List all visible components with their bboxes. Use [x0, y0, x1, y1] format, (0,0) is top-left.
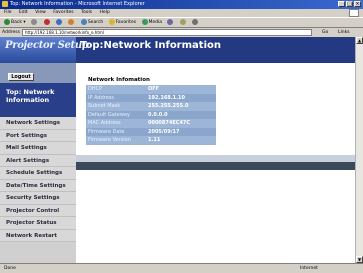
sidebar-nav-list: Network Settings Port Settings Mail Sett… [0, 117, 76, 242]
links-button[interactable]: Links [338, 28, 350, 37]
sidebar: Logout Top: Network Information Network … [0, 63, 76, 263]
menu-favorites[interactable]: Favorites [53, 10, 73, 15]
mail-icon [179, 18, 186, 25]
print-button[interactable] [192, 18, 199, 28]
info-value: OFF [146, 85, 216, 94]
table-row: DHCP OFF [86, 85, 216, 94]
media-icon [141, 18, 148, 25]
stop-button[interactable] [43, 18, 51, 28]
menu-view[interactable]: View [35, 10, 46, 15]
home-icon [68, 18, 75, 25]
sidebar-item-projector-control[interactable]: Projector Control [0, 204, 76, 217]
sidebar-item-security-settings[interactable]: Security Settings [0, 192, 76, 205]
address-input[interactable]: http://192.168.1.10/networkinfo_e.html [22, 29, 312, 36]
status-bar: Done Internet [0, 263, 363, 273]
table-row: Firmware Date 2005/09/17 [86, 127, 216, 136]
mail-button[interactable] [179, 18, 187, 28]
info-key: Subnet Mask [86, 102, 146, 111]
maximize-button[interactable]: □ [346, 1, 353, 7]
divider-light [76, 155, 355, 162]
scroll-down-arrow-icon[interactable]: ▼ [356, 256, 363, 263]
sidebar-item-projector-status[interactable]: Projector Status [0, 217, 76, 230]
refresh-icon [55, 18, 62, 25]
logout-button[interactable]: Logout [8, 73, 34, 81]
section-title: Network Infomation [88, 77, 150, 83]
menu-file[interactable]: File [4, 10, 12, 15]
sidebar-item-port-settings[interactable]: Port Settings [0, 129, 76, 142]
ie-icon [2, 1, 8, 7]
sidebar-item-mail-settings[interactable]: Mail Settings [0, 142, 76, 155]
minimize-button[interactable]: _ [338, 1, 345, 7]
info-key: DHCP [86, 85, 146, 94]
search-icon [80, 18, 87, 25]
menu-help[interactable]: Help [100, 10, 110, 15]
windows-logo-icon [349, 9, 359, 17]
info-key: IP Address [86, 93, 146, 102]
go-button[interactable]: Go [322, 28, 328, 37]
favorites-button[interactable]: Favorites [108, 18, 136, 28]
back-button[interactable]: Back ▾ [4, 18, 26, 28]
forward-arrow-icon [31, 18, 38, 25]
info-value: 2005/09/17 [146, 127, 216, 136]
divider-dark [76, 162, 355, 170]
main-panel: Network Infomation DHCP OFF IP Address 192… [76, 63, 355, 263]
media-button[interactable]: Media [141, 18, 162, 28]
info-value: 0.0.0.0 [146, 110, 216, 119]
sidebar-item-date-time-settings[interactable]: Date/Time Settings [0, 179, 76, 192]
info-key: Default Gateway [86, 110, 146, 119]
printer-icon [192, 18, 199, 25]
zone-text: Internet [300, 266, 318, 271]
back-arrow-icon [4, 18, 10, 25]
address-label: Address [2, 30, 20, 35]
menu-tools[interactable]: Tools [81, 10, 92, 15]
info-value: 192.168.1.10 [146, 93, 216, 102]
menu-edit[interactable]: Edit [19, 10, 28, 15]
logout-area: Logout [0, 63, 76, 83]
info-key: Firmware Version [86, 136, 146, 145]
sidebar-item-schedule-settings[interactable]: Schedule Settings [0, 167, 76, 180]
history-icon [167, 18, 174, 25]
window-title: Top: Network Information - Microsoft Int… [10, 1, 145, 7]
browser-window: Top: Network Information - Microsoft Int… [0, 0, 363, 273]
toolbar: Back ▾ Search Favorites Media [0, 17, 363, 28]
sidebar-item-network-information[interactable]: Top: Network Information [0, 83, 76, 117]
table-row: Firmware Version 1.11 [86, 136, 216, 145]
scroll-up-arrow-icon[interactable]: ▲ [356, 37, 363, 44]
table-row: IP Address 192.168.1.10 [86, 93, 216, 102]
search-button[interactable]: Search [80, 18, 103, 28]
info-value: 1.11 [146, 136, 216, 145]
history-button[interactable] [167, 18, 174, 28]
table-row: MAC Address 0000874EC47C [86, 119, 216, 128]
sidebar-item-network-restart[interactable]: Network Restart [0, 229, 76, 242]
table-row: Default Gateway 0.0.0.0 [86, 110, 216, 119]
info-value: 255.255.255.0 [146, 102, 216, 111]
status-text: Done [4, 266, 16, 271]
sidebar-item-network-settings[interactable]: Network Settings [0, 117, 76, 130]
menu-bar: File Edit View Favorites Tools Help [0, 9, 363, 17]
title-bar: Top: Network Information - Microsoft Int… [0, 0, 363, 9]
page-content: Projector Setup Top:Network Information … [0, 37, 355, 263]
brand-title: Projector Setup [0, 37, 89, 63]
page-header: Projector Setup Top:Network Information [0, 37, 355, 63]
home-button[interactable] [68, 18, 75, 28]
page-title: Top:Network Information [80, 40, 221, 51]
vertical-scrollbar[interactable]: ▲ ▼ [355, 37, 363, 263]
close-button[interactable]: × [354, 1, 361, 7]
info-key: Firmware Date [86, 127, 146, 136]
info-key: MAC Address [86, 119, 146, 128]
info-value: 0000874EC47C [146, 119, 216, 128]
table-row: Subnet Mask 255.255.255.0 [86, 102, 216, 111]
refresh-button[interactable] [55, 18, 63, 28]
forward-button[interactable] [31, 18, 38, 28]
network-info-table: DHCP OFF IP Address 192.168.1.10 Subnet Ma… [86, 85, 216, 145]
address-bar: Address http://192.168.1.10/networkinfo_… [0, 28, 363, 37]
stop-icon [43, 18, 50, 25]
star-icon [108, 18, 115, 25]
sidebar-item-alert-settings[interactable]: Alert Settings [0, 154, 76, 167]
